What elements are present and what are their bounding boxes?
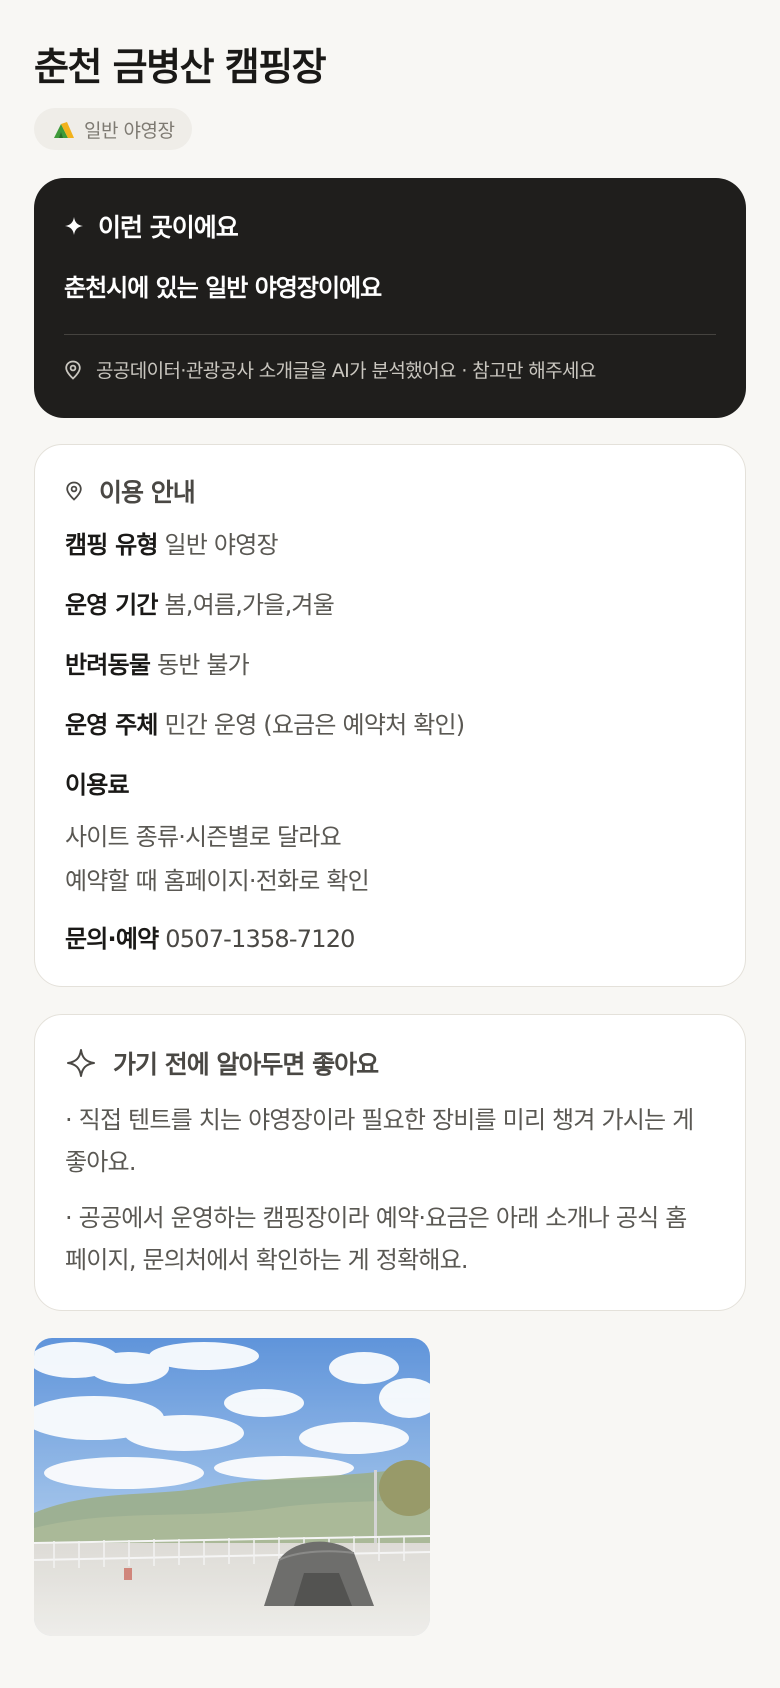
info-row-value: 봄,여름,가을,겨울 xyxy=(164,591,335,619)
info-row-contact[interactable]: 문의·예약 0507-1358-7120 xyxy=(65,919,355,954)
divider xyxy=(64,334,716,335)
ai-summary-body: 춘천시에 있는 일반 야영장이에요 xyxy=(64,274,382,302)
fee-label: 이용료 xyxy=(65,771,130,799)
info-row-key: 반려동물 xyxy=(65,651,151,679)
ai-summary-footnote-text: 공공데이터·관광공사 소개글을 AI가 분석했어요 · 참고만 해주세요 xyxy=(96,360,596,382)
info-row-camping-type: 캠핑 유형 일반 야영장 xyxy=(65,525,279,560)
sparkle-outline-icon xyxy=(67,1049,95,1077)
info-row-pets: 반려동물 동반 불가 xyxy=(65,645,250,680)
category-chip[interactable]: 일반 야영장 xyxy=(34,108,193,150)
usage-info-header: 이용 안내 xyxy=(65,473,196,509)
fee-line: 사이트 종류·시즌별로 달라요 xyxy=(65,823,342,851)
sparkle-icon xyxy=(65,217,83,235)
campsite-photo-image xyxy=(34,1338,430,1636)
info-row-value: 일반 야영장 xyxy=(164,531,279,559)
ai-summary-card: 이런 곳이에요 춘천시에 있는 일반 야영장이에요 공공데이터·관광공사 소개글… xyxy=(34,178,746,418)
tip-item: · 직접 텐트를 치는 야영장이라 필요한 장비를 미리 챙겨 가시는 게 좋아… xyxy=(65,1106,694,1176)
tips-header: 가기 전에 알아두면 좋아요 xyxy=(65,1045,379,1081)
tips-heading: 가기 전에 알아두면 좋아요 xyxy=(113,1050,379,1079)
location-pin-icon xyxy=(66,481,82,501)
usage-info-card: 이용 안내 캠핑 유형 일반 야영장 운영 기간 봄,여름,가을,겨울 반려동물… xyxy=(34,444,746,987)
category-chip-label: 일반 야영장 xyxy=(84,119,175,142)
campsite-photo[interactable] xyxy=(34,1338,430,1636)
location-pin-icon xyxy=(65,360,81,380)
usage-info-heading: 이용 안내 xyxy=(99,478,196,507)
fee-line: 예약할 때 홈페이지·전화로 확인 xyxy=(65,867,370,895)
contact-key: 문의·예약 xyxy=(65,925,159,953)
page-title: 춘천 금병산 캠핑장 xyxy=(34,45,327,89)
info-row-key: 운영 기간 xyxy=(65,591,158,619)
info-row-value: 민간 운영 (요금은 예약처 확인) xyxy=(164,711,466,739)
tent-icon xyxy=(54,122,74,138)
ai-summary-footnote: 공공데이터·관광공사 소개글을 AI가 분석했어요 · 참고만 해주세요 xyxy=(64,356,596,383)
tips-card: 가기 전에 알아두면 좋아요 · 직접 텐트를 치는 야영장이라 필요한 장비를… xyxy=(34,1014,746,1311)
ai-summary-header: 이런 곳이에요 xyxy=(64,208,239,244)
info-row-key: 운영 주체 xyxy=(65,711,158,739)
tip-item: · 공공에서 운영하는 캠핑장이라 예약·요금은 아래 소개나 공식 홈페이지,… xyxy=(65,1204,687,1274)
contact-phone-link[interactable]: 0507-1358-7120 xyxy=(165,925,355,953)
info-row-operator: 운영 주체 민간 운영 (요금은 예약처 확인) xyxy=(65,705,466,740)
ai-summary-heading: 이런 곳이에요 xyxy=(98,213,239,242)
info-row-value: 동반 불가 xyxy=(156,651,250,679)
info-row-operating-period: 운영 기간 봄,여름,가을,겨울 xyxy=(65,585,335,620)
info-row-key: 캠핑 유형 xyxy=(65,531,158,559)
